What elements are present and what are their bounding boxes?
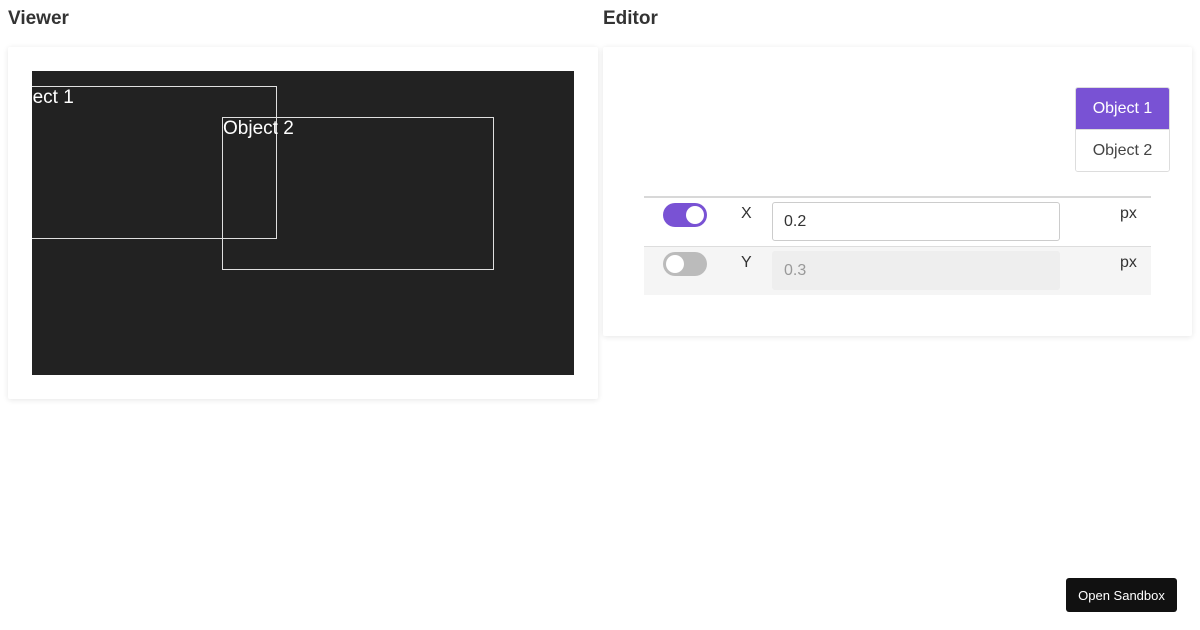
editor-panel: Object 1 Object 2 X px Y px	[603, 47, 1192, 336]
editor-title: Editor	[603, 8, 658, 29]
object-list: Object 1 Object 2	[1075, 87, 1170, 172]
object-list-item-2[interactable]: Object 2	[1076, 129, 1169, 171]
bounding-box-label: Object 2	[223, 118, 294, 139]
property-label-y: Y	[741, 254, 752, 271]
open-sandbox-button[interactable]: Open Sandbox	[1066, 578, 1177, 612]
toggle-knob-icon	[666, 255, 684, 273]
properties-table: X px Y px	[644, 196, 1151, 295]
viewer-panel: Object 1 Object 2	[8, 47, 598, 399]
property-label-x: X	[741, 205, 752, 222]
property-row-x: X px	[644, 198, 1151, 246]
toggle-x-switch[interactable]	[663, 203, 707, 227]
toggle-y-switch[interactable]	[663, 252, 707, 276]
property-unit-x: px	[1120, 205, 1137, 222]
object-list-item-1[interactable]: Object 1	[1076, 88, 1169, 129]
x-value-input[interactable]	[772, 202, 1060, 241]
property-unit-y: px	[1120, 254, 1137, 271]
toggle-knob-icon	[686, 206, 704, 224]
page: Viewer Editor Object 1 Object 2 Object 1…	[0, 0, 1200, 630]
property-row-y: Y px	[644, 246, 1151, 295]
bounding-box-object-2[interactable]: Object 2	[222, 117, 494, 270]
y-value-input[interactable]	[772, 251, 1060, 290]
viewer-title: Viewer	[8, 8, 69, 29]
bounding-box-label: Object 1	[32, 87, 74, 108]
viewer-canvas[interactable]: Object 1 Object 2	[32, 71, 574, 375]
